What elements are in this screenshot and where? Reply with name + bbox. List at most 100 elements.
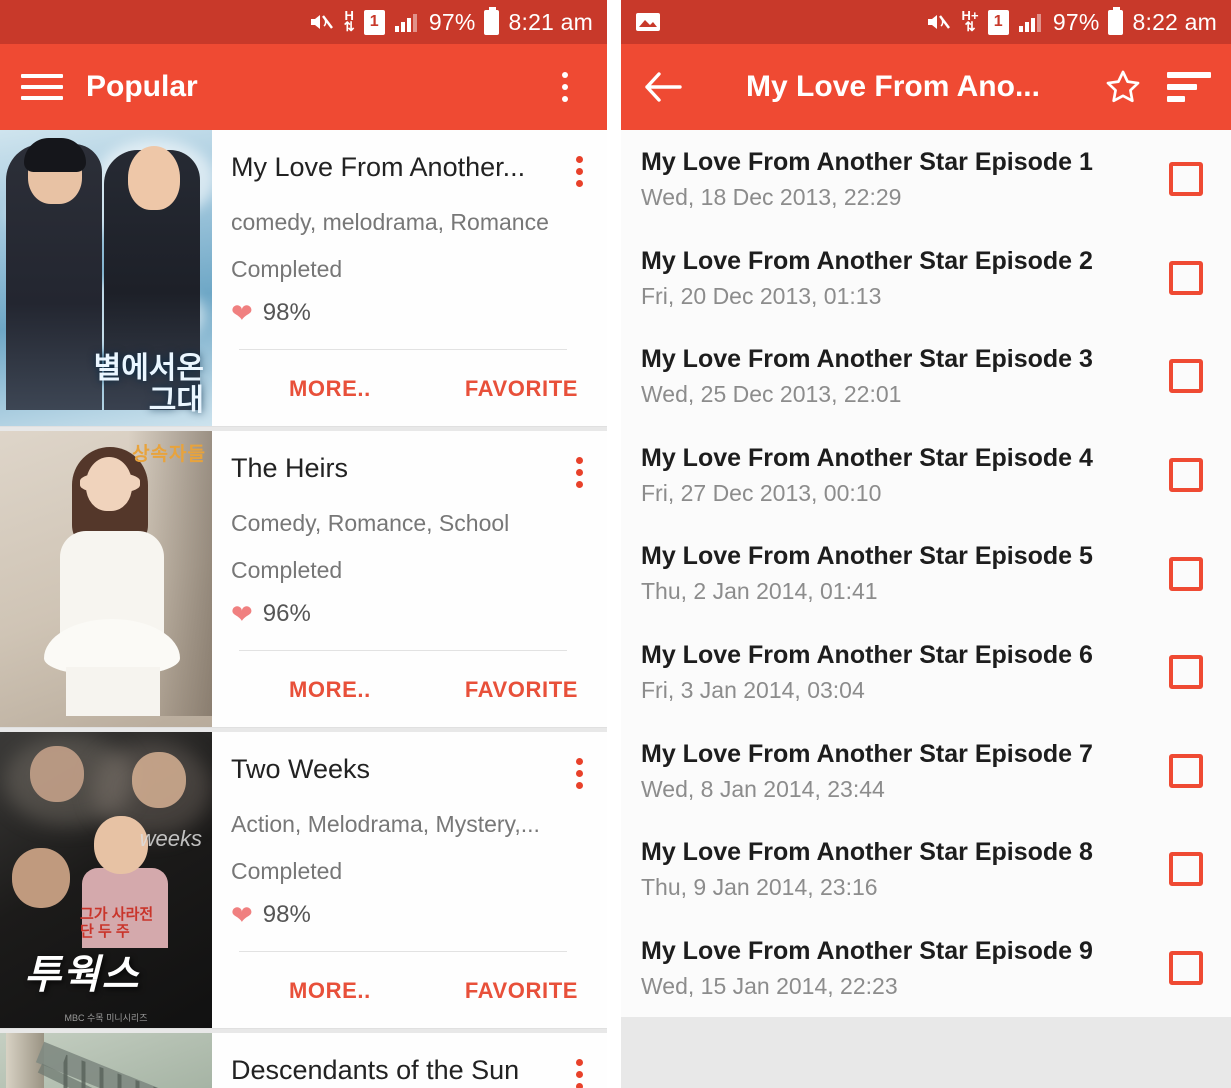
drama-status: Completed (231, 256, 343, 282)
episode-texts: My Love From Another Star Episode 7 Wed,… (641, 739, 1169, 804)
drama-card-title-row: The Heirs (231, 453, 589, 492)
episode-row[interactable]: My Love From Another Star Episode 4 Fri,… (621, 425, 1231, 525)
episode-row[interactable]: My Love From Another Star Episode 5 Thu,… (621, 524, 1231, 623)
episode-row[interactable]: My Love From Another Star Episode 6 Fri,… (621, 622, 1231, 722)
episode-watched-checkbox[interactable] (1169, 852, 1203, 887)
poster-thumbnail[interactable]: weeks 그가 사라전 단 두 주 투웍스 MBC 수목 미니시리즈 (0, 732, 212, 1028)
dual-screenshot-container: H ⇅ 1 97% 8:21 am Popular 별에서온 그대 My Lov… (0, 0, 1231, 1088)
sim-indicator: 1 (363, 9, 385, 35)
favorite-button[interactable]: FAVORITE (455, 974, 588, 1008)
episode-row[interactable]: My Love From Another Star Episode 9 Wed,… (621, 918, 1231, 1018)
episode-watched-checkbox[interactable] (1169, 655, 1203, 690)
rating-value: 98% (262, 901, 311, 928)
drama-list[interactable]: 별에서온 그대 My Love From Another... comedy, m… (0, 130, 607, 1088)
more-button[interactable]: MORE.. (279, 974, 381, 1008)
heart-icon: ❤ (231, 298, 253, 328)
episode-row[interactable]: My Love From Another Star Episode 3 Wed,… (621, 327, 1231, 426)
episode-title: My Love From Another Star Episode 1 (641, 148, 1093, 176)
sim-indicator: 1 (987, 9, 1009, 35)
episode-watched-checkbox[interactable] (1169, 753, 1203, 788)
back-arrow-icon[interactable] (641, 65, 685, 109)
drama-rating: ❤ 98% (231, 299, 589, 327)
episode-watched-checkbox[interactable] (1169, 951, 1203, 986)
drama-card[interactable]: 상속자들 The Heirs Comedy, Romance, School C… (0, 431, 607, 728)
sort-icon[interactable] (1167, 65, 1211, 109)
drama-card[interactable]: weeks 그가 사라전 단 두 주 투웍스 MBC 수목 미니시리즈 Two W… (0, 732, 607, 1029)
drama-card-title-row: Descendants of the Sun (231, 1055, 589, 1088)
episode-date: Wed, 8 Jan 2014, 23:44 (641, 775, 885, 802)
signal-bars-icon (1018, 11, 1044, 33)
episode-title: My Love From Another Star Episode 3 (641, 345, 1093, 374)
kebab-menu-icon[interactable] (570, 453, 589, 492)
episode-row[interactable]: My Love From Another Star Episode 2 Fri,… (621, 228, 1231, 328)
heart-icon: ❤ (231, 900, 253, 930)
poster-tagline-text: 그가 사라전 단 두 주 (80, 906, 154, 940)
star-outline-icon[interactable] (1101, 65, 1145, 109)
episode-list[interactable]: My Love From Another Star Episode 1 Wed,… (621, 130, 1231, 1088)
episode-date: Fri, 27 Dec 2013, 00:10 (641, 479, 882, 506)
kebab-menu-icon[interactable] (570, 754, 589, 793)
drama-card[interactable]: Descendants of the Sun Melodrama, romanc… (0, 1033, 607, 1088)
episode-watched-checkbox[interactable] (1169, 458, 1203, 493)
kebab-menu-icon[interactable] (543, 65, 587, 109)
drama-title: The Heirs (231, 453, 349, 483)
drama-rating: ❤ 98% (231, 901, 589, 929)
kebab-menu-icon[interactable] (570, 152, 589, 191)
rating-value: 98% (262, 299, 311, 326)
right-phone-screen: H+ ⇅ 1 97% 8:22 am My Love From Ano... M… (621, 0, 1231, 1088)
poster-thumbnail[interactable]: 상속자들 (0, 431, 212, 727)
episode-watched-checkbox[interactable] (1169, 359, 1203, 394)
right-app-bar: My Love From Ano... (621, 44, 1231, 130)
episode-date: Thu, 9 Jan 2014, 23:16 (641, 874, 878, 901)
episode-date: Fri, 3 Jan 2014, 03:04 (641, 676, 865, 703)
episode-row[interactable]: My Love From Another Star Episode 7 Wed,… (621, 721, 1231, 821)
favorite-button[interactable]: FAVORITE (455, 673, 588, 707)
panel-separator (607, 0, 621, 1088)
drama-card-actions: MORE.. FAVORITE (231, 651, 589, 727)
h-plus-data-icon: H+ ⇅ (961, 8, 979, 34)
favorite-button[interactable]: FAVORITE (455, 372, 588, 406)
episode-watched-checkbox[interactable] (1169, 260, 1203, 295)
episode-title: My Love From Another Star Episode 9 (641, 936, 1093, 965)
left-status-bar-right: H ⇅ 1 97% 8:21 am (309, 6, 593, 36)
hamburger-menu-icon[interactable] (20, 65, 64, 109)
battery-icon (1108, 6, 1124, 35)
drama-card-actions: MORE.. FAVORITE (231, 350, 589, 426)
poster-thumbnail[interactable]: 별에서온 그대 (0, 130, 212, 426)
episode-texts: My Love From Another Star Episode 9 Wed,… (641, 936, 1169, 1001)
drama-genres: comedy, melodrama, Romance (231, 209, 549, 235)
clock-time: 8:22 am (1132, 8, 1217, 35)
drama-status: Completed (231, 557, 343, 583)
rating-value: 96% (262, 600, 311, 627)
drama-card[interactable]: 별에서온 그대 My Love From Another... comedy, m… (0, 130, 607, 427)
episode-texts: My Love From Another Star Episode 2 Fri,… (641, 246, 1169, 311)
episode-row[interactable]: My Love From Another Star Episode 1 Wed,… (621, 130, 1231, 229)
episode-watched-checkbox[interactable] (1169, 162, 1203, 197)
episode-watched-checkbox[interactable] (1169, 556, 1203, 591)
drama-card-body: Descendants of the Sun Melodrama, romanc… (212, 1033, 607, 1088)
poster-thumbnail[interactable] (0, 1033, 212, 1088)
more-button[interactable]: MORE.. (279, 673, 381, 707)
signal-bars-icon (394, 11, 420, 33)
page-title: My Love From Ano... (746, 70, 1040, 103)
right-status-bar-left (635, 11, 926, 33)
episode-texts: My Love From Another Star Episode 4 Fri,… (641, 443, 1169, 508)
kebab-menu-icon[interactable] (570, 1055, 589, 1088)
image-icon (635, 11, 661, 33)
drama-status: Completed (231, 858, 343, 884)
right-status-bar: H+ ⇅ 1 97% 8:22 am (621, 0, 1231, 44)
episode-row[interactable]: My Love From Another Star Episode 8 Thu,… (621, 820, 1231, 919)
poster-weeks-text: weeks (139, 826, 202, 851)
episode-title: My Love From Another Star Episode 8 (641, 838, 1093, 867)
drama-title: Two Weeks (231, 754, 371, 784)
battery-percent: 97% (1052, 8, 1100, 35)
episode-texts: My Love From Another Star Episode 6 Fri,… (641, 640, 1169, 705)
mute-icon (309, 11, 335, 33)
left-status-bar: H ⇅ 1 97% 8:21 am (0, 0, 607, 44)
more-button[interactable]: MORE.. (279, 372, 381, 406)
episode-title: My Love From Another Star Episode 4 (641, 443, 1093, 472)
drama-card-body: Two Weeks Action, Melodrama, Mystery,...… (212, 732, 607, 1028)
battery-percent: 97% (428, 8, 476, 35)
battery-icon (484, 6, 500, 35)
drama-card-body: The Heirs Comedy, Romance, School Comple… (212, 431, 607, 727)
